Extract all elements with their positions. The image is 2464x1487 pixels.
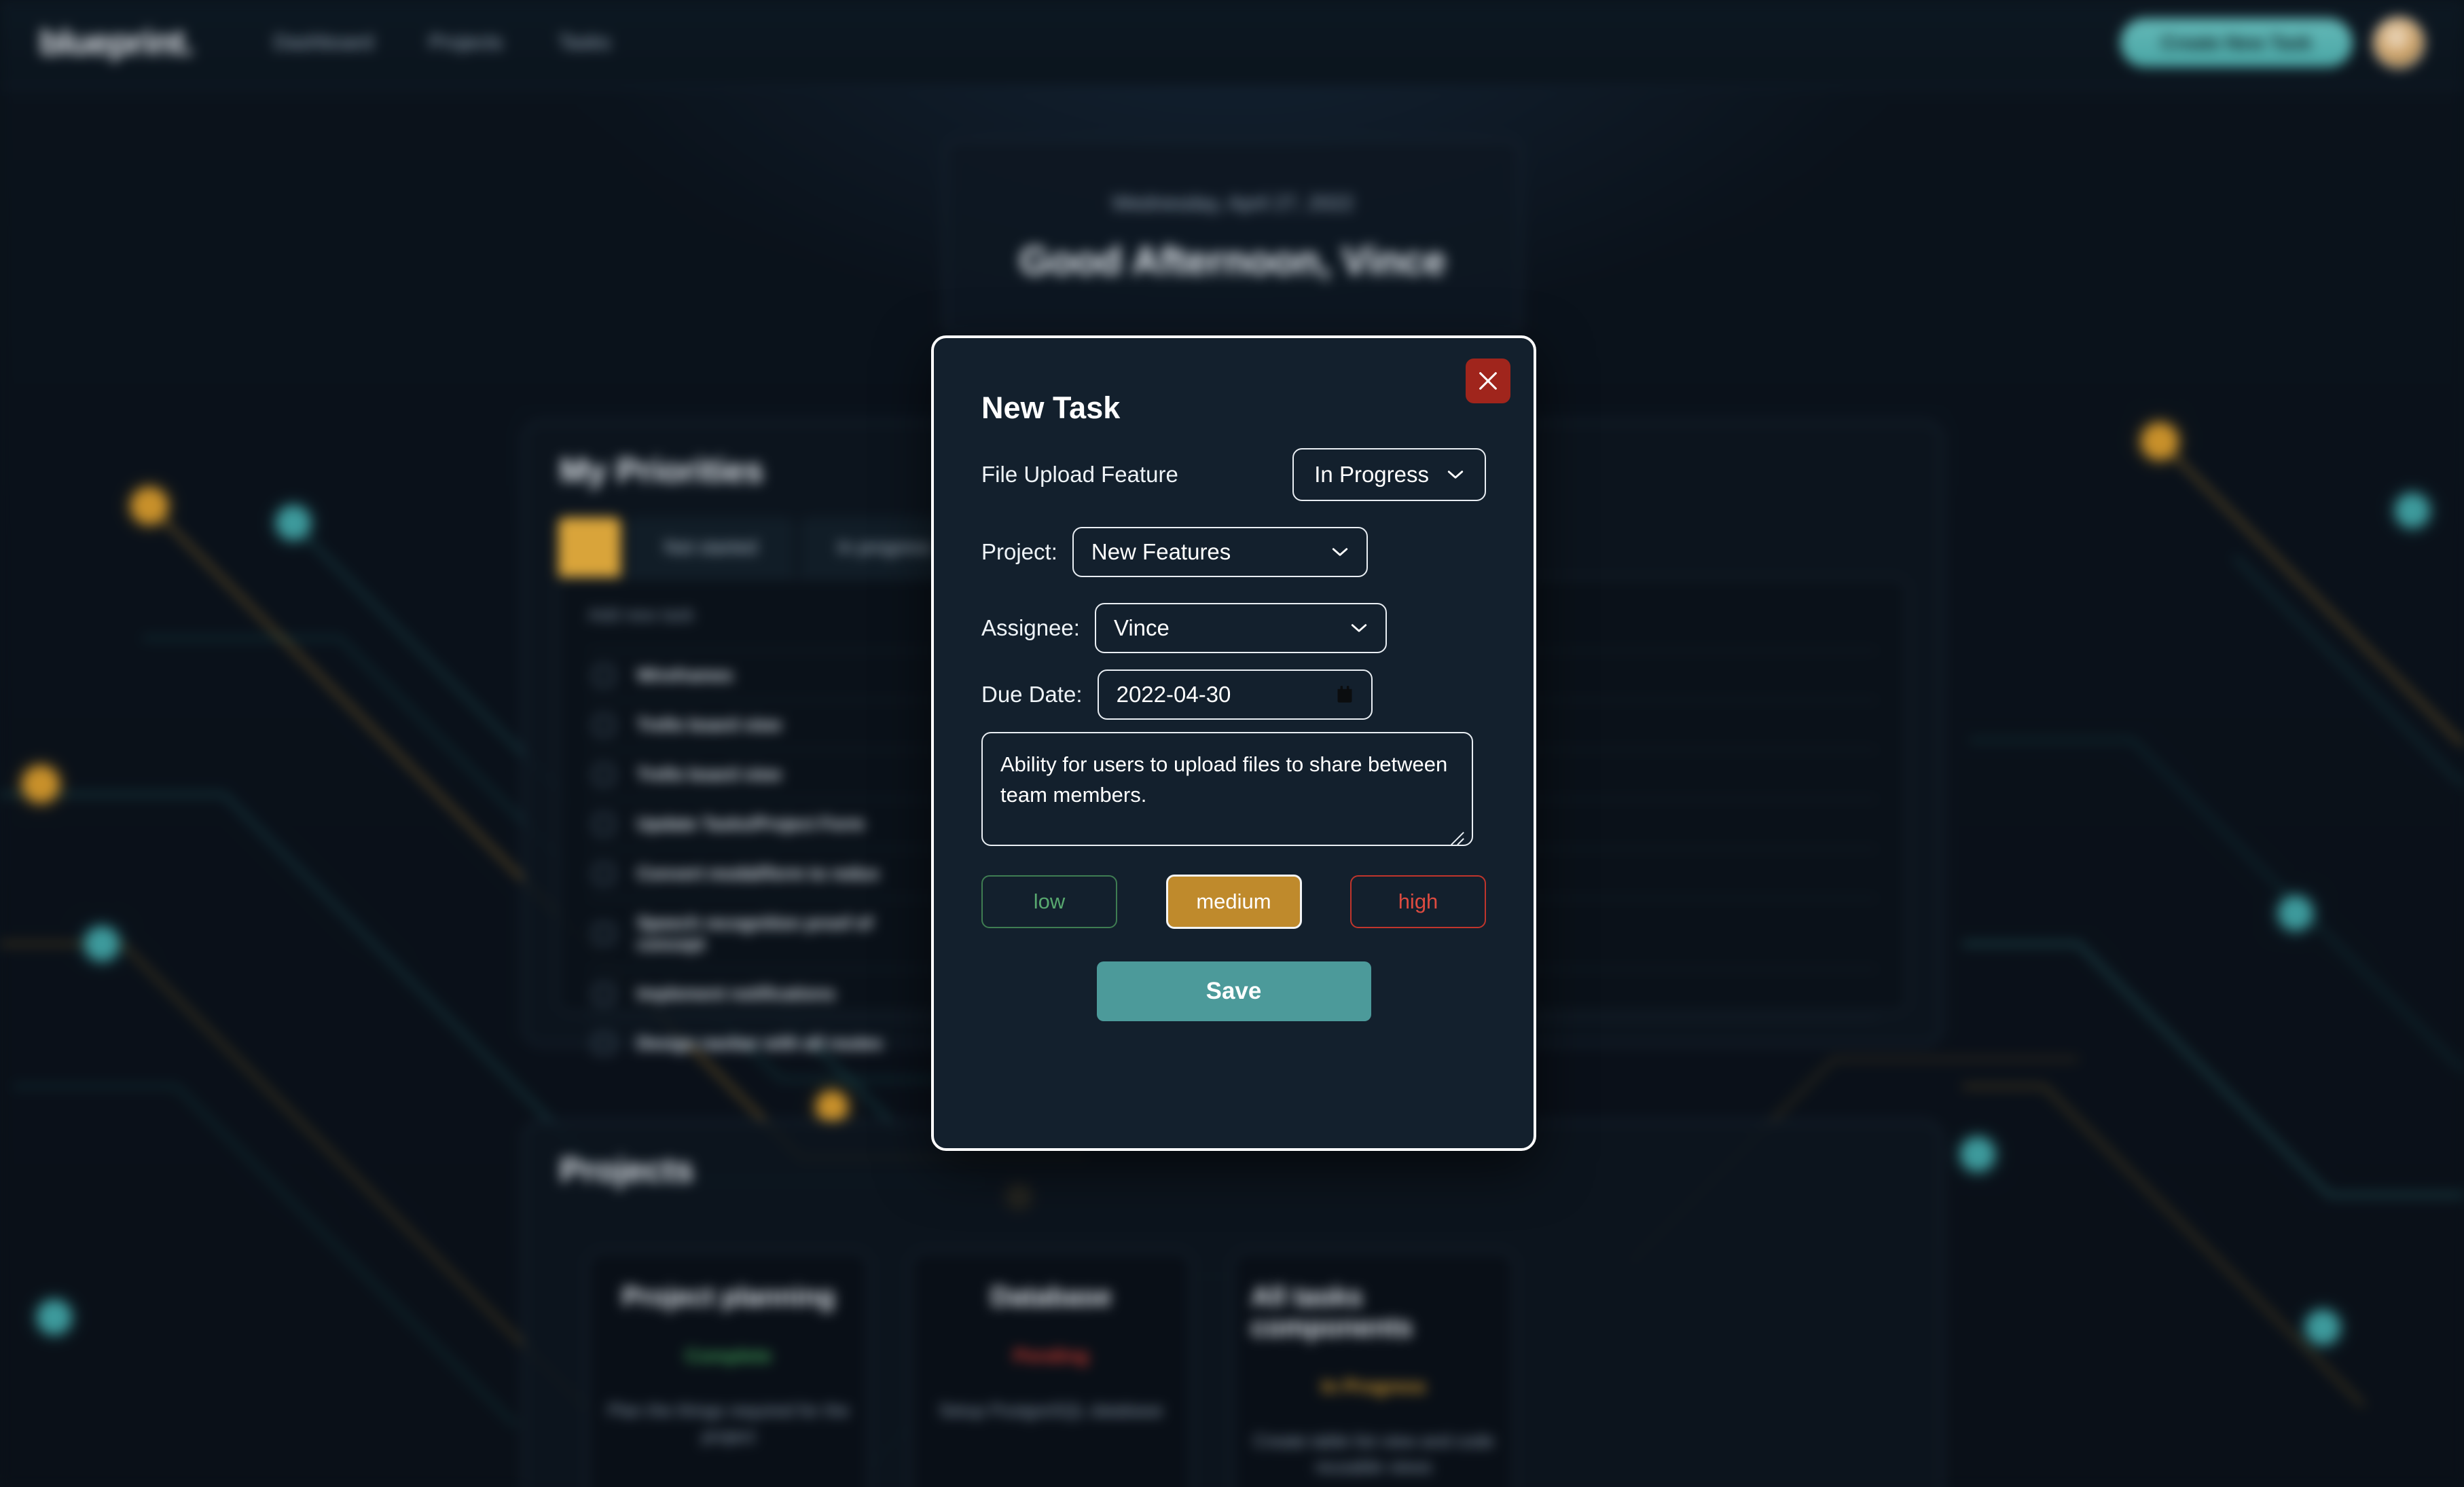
project-desc: Setup PostgreSQL database xyxy=(939,1398,1163,1424)
project-tile[interactable]: Database Pending Setup PostgreSQL databa… xyxy=(909,1251,1193,1487)
status-badge: Pending xyxy=(1013,1345,1088,1367)
chevron-down-icon xyxy=(1331,547,1349,557)
assignee-dropdown[interactable]: Vince xyxy=(1095,603,1387,653)
status-value: In Progress xyxy=(1314,462,1429,488)
close-icon[interactable] xyxy=(1466,359,1510,403)
chevron-down-icon xyxy=(1350,623,1368,634)
status-badge: In Progress xyxy=(1321,1376,1426,1397)
task-name: Trello board view xyxy=(637,764,929,785)
navbar-right-group: Create New Task xyxy=(2120,17,2425,69)
task-name: Convert modal/form to redux xyxy=(637,863,929,884)
nav-link-tasks[interactable]: Tasks xyxy=(558,31,611,54)
assignee-value: Vince xyxy=(1114,615,1170,641)
assignee-label: Assignee: xyxy=(981,615,1080,641)
checkbox-icon[interactable] xyxy=(594,984,614,1004)
priority-low-button[interactable]: low xyxy=(981,875,1117,928)
task-name: Implement notifications xyxy=(637,983,929,1004)
greeting-card: Wednesday, April 27, 2022 Good Afternoon… xyxy=(944,139,1521,336)
task-title-value: File Upload Feature xyxy=(981,462,1178,488)
priority-selector: low medium high xyxy=(981,875,1486,929)
project-name: All tasks components xyxy=(1251,1282,1496,1343)
nav-link-dashboard[interactable]: Dashboard xyxy=(274,31,374,54)
project-field-row: Project: New Features xyxy=(981,527,1368,577)
projects-card: Projects Project planning Complete Plan … xyxy=(523,1120,1942,1487)
assignee-field-row: Assignee: Vince xyxy=(981,603,1387,653)
project-tile[interactable]: Project planning Complete Plan the thing… xyxy=(587,1251,870,1487)
checkbox-icon[interactable] xyxy=(594,814,614,834)
checkbox-icon[interactable] xyxy=(594,923,614,944)
projects-grid: Project planning Complete Plan the thing… xyxy=(560,1251,1906,1487)
page-root: blueprint. Dashboard Projects Tasks Crea… xyxy=(0,0,2464,1487)
top-navbar: blueprint. Dashboard Projects Tasks Crea… xyxy=(0,0,2464,87)
calendar-icon[interactable] xyxy=(1336,685,1354,704)
avatar[interactable] xyxy=(2373,17,2425,69)
brand-logo[interactable]: blueprint. xyxy=(39,22,194,63)
checkbox-icon[interactable] xyxy=(594,864,614,884)
create-new-task-button[interactable]: Create New Task xyxy=(2120,18,2353,67)
description-textarea[interactable] xyxy=(981,732,1473,846)
greeting-date: Wednesday, April 27, 2022 xyxy=(1112,192,1354,215)
task-name: Speech recognition proof of concept xyxy=(637,913,929,955)
checkbox-icon[interactable] xyxy=(594,765,614,785)
due-date-field-row: Due Date: 2022-04-30 xyxy=(981,669,1373,720)
project-tile[interactable]: All tasks components In Progress Create … xyxy=(1232,1251,1515,1487)
project-value: New Features xyxy=(1091,539,1231,565)
nav-link-projects[interactable]: Projects xyxy=(429,31,503,54)
projects-title: Projects xyxy=(560,1150,693,1190)
project-dropdown[interactable]: New Features xyxy=(1072,527,1368,577)
project-label: Project: xyxy=(981,539,1057,565)
greeting-title: Good Afternoon, Vince xyxy=(1019,238,1446,284)
project-desc: Plan the things required for the project xyxy=(606,1398,851,1449)
close-x-glyph xyxy=(1476,369,1500,392)
priority-high-button[interactable]: high xyxy=(1350,875,1486,928)
priorities-tab-accent xyxy=(558,517,621,577)
task-name: Trello board view xyxy=(637,714,929,735)
status-badge: Complete xyxy=(685,1345,772,1367)
project-name: Database xyxy=(991,1282,1112,1312)
project-name: Project planning xyxy=(622,1282,835,1312)
status-dropdown[interactable]: In Progress xyxy=(1292,448,1486,501)
checkbox-icon[interactable] xyxy=(594,665,614,686)
due-date-input[interactable]: 2022-04-30 xyxy=(1098,669,1373,720)
due-date-label: Due Date: xyxy=(981,682,1083,708)
task-name: Wireframes xyxy=(637,665,929,686)
priority-medium-button[interactable]: medium xyxy=(1166,875,1302,929)
checkbox-icon[interactable] xyxy=(594,715,614,735)
project-desc: Create table list view and code reusable… xyxy=(1251,1429,1496,1480)
new-task-modal: New Task File Upload Feature In Progress… xyxy=(931,335,1536,1151)
due-date-value: 2022-04-30 xyxy=(1117,682,1231,708)
task-title-row: File Upload Feature In Progress xyxy=(981,448,1486,501)
tab-not-started[interactable]: Not started xyxy=(628,517,794,577)
priorities-title: My Priorities xyxy=(560,451,763,490)
task-name: Design navbar with all routes xyxy=(637,1033,929,1054)
task-name: Update Tasks/Project Form xyxy=(637,813,929,834)
checkbox-icon[interactable] xyxy=(594,1033,614,1054)
save-button[interactable]: Save xyxy=(1097,961,1371,1021)
chevron-down-icon xyxy=(1447,469,1464,480)
page-title: New Task xyxy=(981,390,1120,426)
